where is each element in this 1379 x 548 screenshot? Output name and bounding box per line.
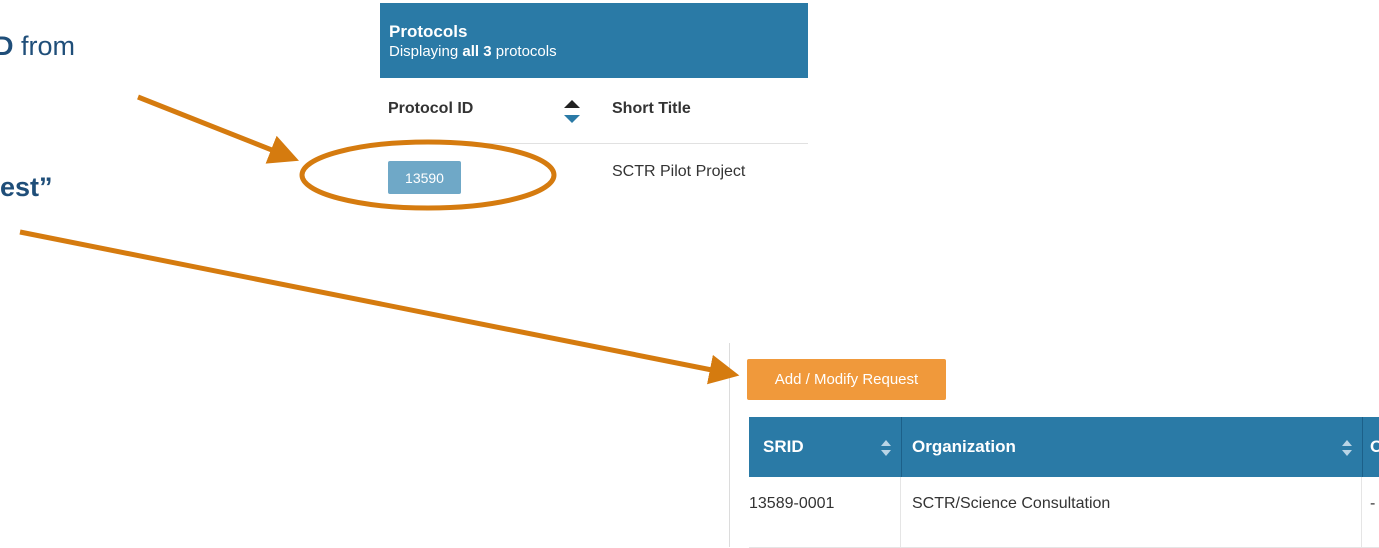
annotation-overlay <box>19 94 740 385</box>
highlight-circle <box>299 139 557 211</box>
arrow-to-add-request <box>19 229 740 385</box>
arrow-to-protocol-id <box>137 94 299 164</box>
